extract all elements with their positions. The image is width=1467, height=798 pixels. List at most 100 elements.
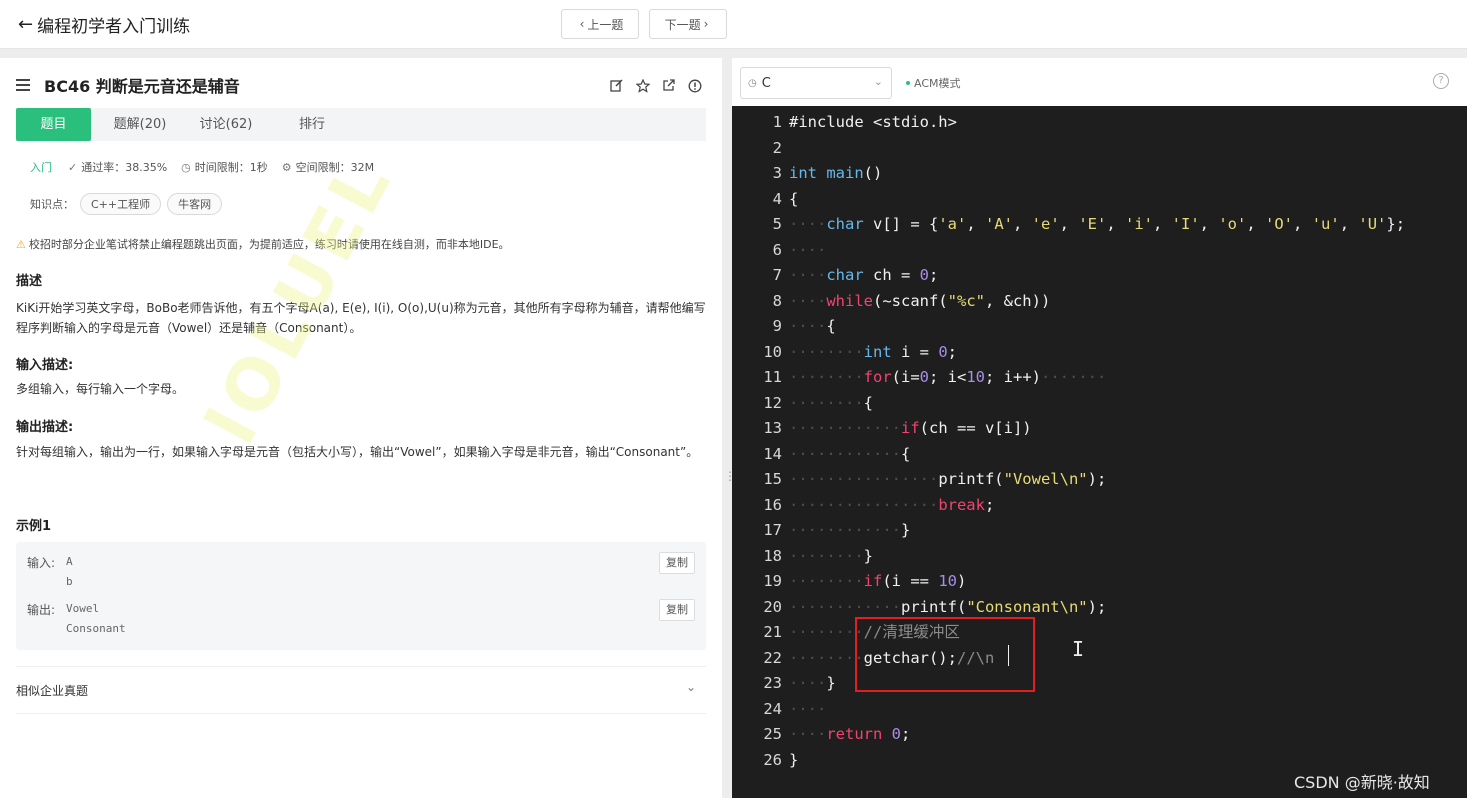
edit-icon[interactable] [608,77,625,94]
next-problem-label: 下一题 [664,17,701,32]
language-select[interactable]: ◷ C ⌄ [740,67,892,99]
problem-header: BC46 判断是元音还是辅音 [16,73,240,97]
pass-rate-text: 通过率：38.35% [81,161,168,174]
next-problem-button[interactable]: 下一题 › [649,9,727,39]
code-line: 6 ···· [732,238,1467,263]
star-icon[interactable] [634,77,651,94]
copy-input-button[interactable]: 复制 [659,552,695,574]
text-cursor [1008,645,1009,666]
problem-panel: BC46 判断是元音还是辅音 题目 题解(20) 讨论(62) 排行 入门 ✓ … [0,58,722,798]
line-number: 7 [772,266,782,284]
example-input-value: A b [66,552,73,592]
help-icon[interactable]: ? [1433,73,1449,89]
example-input-line: A [66,555,73,568]
problem-toolbar [608,77,703,94]
top-header: ← 编程初学者入门训练 ‹ 上一题 下一题 › [0,0,1467,49]
warning-icon: ⚠ [16,237,26,251]
input-desc-title: 输入描述: [16,358,74,373]
list-icon[interactable] [16,79,30,91]
code-line: 11 ········for(i=0; i<10; i++)······· [732,365,1467,390]
code-line: 24 ···· [732,697,1467,722]
space-limit-text: 空间限制：32M [295,161,375,174]
line-number: 3 [772,164,782,182]
tab-discussion[interactable]: 讨论(62) [189,108,263,141]
gear-icon: ⚙ [281,160,292,174]
code-line: 16 ················break; [732,493,1467,518]
chevron-down-icon: ⌄ [873,75,883,88]
knowledge-label: 知识点： [30,198,74,211]
problem-meta: 入门 ✓ 通过率：38.35% ◷ 时间限制：1秒 ⚙ 空间限制：32M [30,159,388,175]
clock-icon: ◷ [181,160,191,174]
acm-mode-text: ACM模式 [914,77,961,90]
tag-cpp-engineer[interactable]: C++工程师 [80,193,162,215]
prev-problem-button[interactable]: ‹ 上一题 [561,9,639,39]
code-line: 14 ············{ [732,442,1467,467]
code-line: 4{ [732,187,1467,212]
line-number: 11 [763,368,782,386]
line-number: 12 [763,393,782,412]
line-number: 26 [763,750,782,769]
info-icon[interactable] [686,77,703,94]
code-line: 2 [732,136,1467,161]
share-icon[interactable] [660,77,677,94]
prev-problem-label: 上一题 [587,17,624,32]
output-desc-title: 输出描述: [16,420,74,435]
time-limit-text: 时间限制：1秒 [194,161,268,174]
example-output-line: Vowel [66,602,100,615]
space-limit: ⚙ 空间限制：32M [282,159,374,175]
tab-ranking[interactable]: 排行 [263,108,361,141]
line-number: 17 [763,521,782,539]
example-output-line: Consonant [66,622,126,635]
code-line: 12 ········{ [732,391,1467,416]
line-number: 25 [763,725,782,743]
line-number: 10 [763,342,782,361]
status-dot-icon [906,81,910,85]
example-box: 输入: A b 复制 输出: Vowel Consonant 复制 [16,542,706,650]
line-number: 16 [763,495,782,514]
tag-nowcoder[interactable]: 牛客网 [167,193,223,215]
similar-questions-toggle[interactable]: 相似企业真题 ⌄ [16,666,706,714]
code-line: 20 ············printf("Consonant\n"); [732,595,1467,620]
code-line: 13 ············if(ch == v[i]) [732,416,1467,441]
chevron-down-icon: ⌄ [685,680,696,694]
csdn-watermark: CSDN @新晓·故知 [1294,773,1430,792]
input-desc-text: 多组输入，每行输入一个字母。 [16,382,185,396]
mouse-ibeam-icon: I [1072,637,1085,661]
example-output-value: Vowel Consonant [66,599,126,639]
code-line: 15 ················printf("Vowel\n"); [732,467,1467,492]
line-number: 6 [772,240,782,259]
warning-notice: ⚠ 校招时部分企业笔试将禁止编程题跳出页面，为提前适应，练习时请使用在线自测，而… [16,236,510,252]
difficulty-badge: 入门 [30,161,52,174]
code-editor[interactable]: 1 #include <stdio.h> 2 3 int main() 4{ 5 ··… [732,106,1467,798]
check-circle-icon: ✓ [68,160,78,174]
pass-rate: ✓ 通过率：38.35% [68,159,167,175]
similar-questions-label: 相似企业真题 [16,684,89,698]
line-number: 15 [763,470,782,488]
line-number: 5 [772,215,782,233]
tab-problem[interactable]: 题目 [16,108,91,141]
code-line: 5 ····char v[] = {'a', 'A', 'e', 'E', 'i'… [732,212,1467,237]
editor-toolbar: ◷ C ⌄ ACM模式 ? [732,58,1467,106]
tab-solutions[interactable]: 题解(20) [91,108,189,141]
course-title: 编程初学者入门训练 [37,17,191,37]
knowledge-points: 知识点： C++工程师 牛客网 [30,193,223,215]
clock-icon: ◷ [748,77,757,89]
example-title: 示例1 [16,519,52,534]
problem-tabs: 题目 题解(20) 讨论(62) 排行 [16,108,706,141]
line-number: 19 [763,572,782,590]
copy-output-button[interactable]: 复制 [659,599,695,621]
code-line: 22 ········getchar();//\n [732,646,1467,671]
back-arrow-icon: ← [18,13,34,35]
line-number: 8 [772,291,782,310]
warning-text: 校招时部分企业笔试将禁止编程题跳出页面，为提前适应，练习时请使用在线自测，而非本… [28,238,510,251]
line-number: 24 [763,699,782,718]
code-line: 8 ····while(~scanf("%c", &ch)) [732,289,1467,314]
example-output-label: 输出: [27,603,56,617]
line-number: 13 [763,419,782,437]
code-line: 18 ········} [732,544,1467,569]
code-line: 9 ····{ [732,314,1467,339]
line-number: 22 [763,648,782,667]
code-line: 17 ············} [732,518,1467,543]
line-number: 20 [763,597,782,616]
back-link[interactable]: ← 编程初学者入门训练 [18,12,190,37]
